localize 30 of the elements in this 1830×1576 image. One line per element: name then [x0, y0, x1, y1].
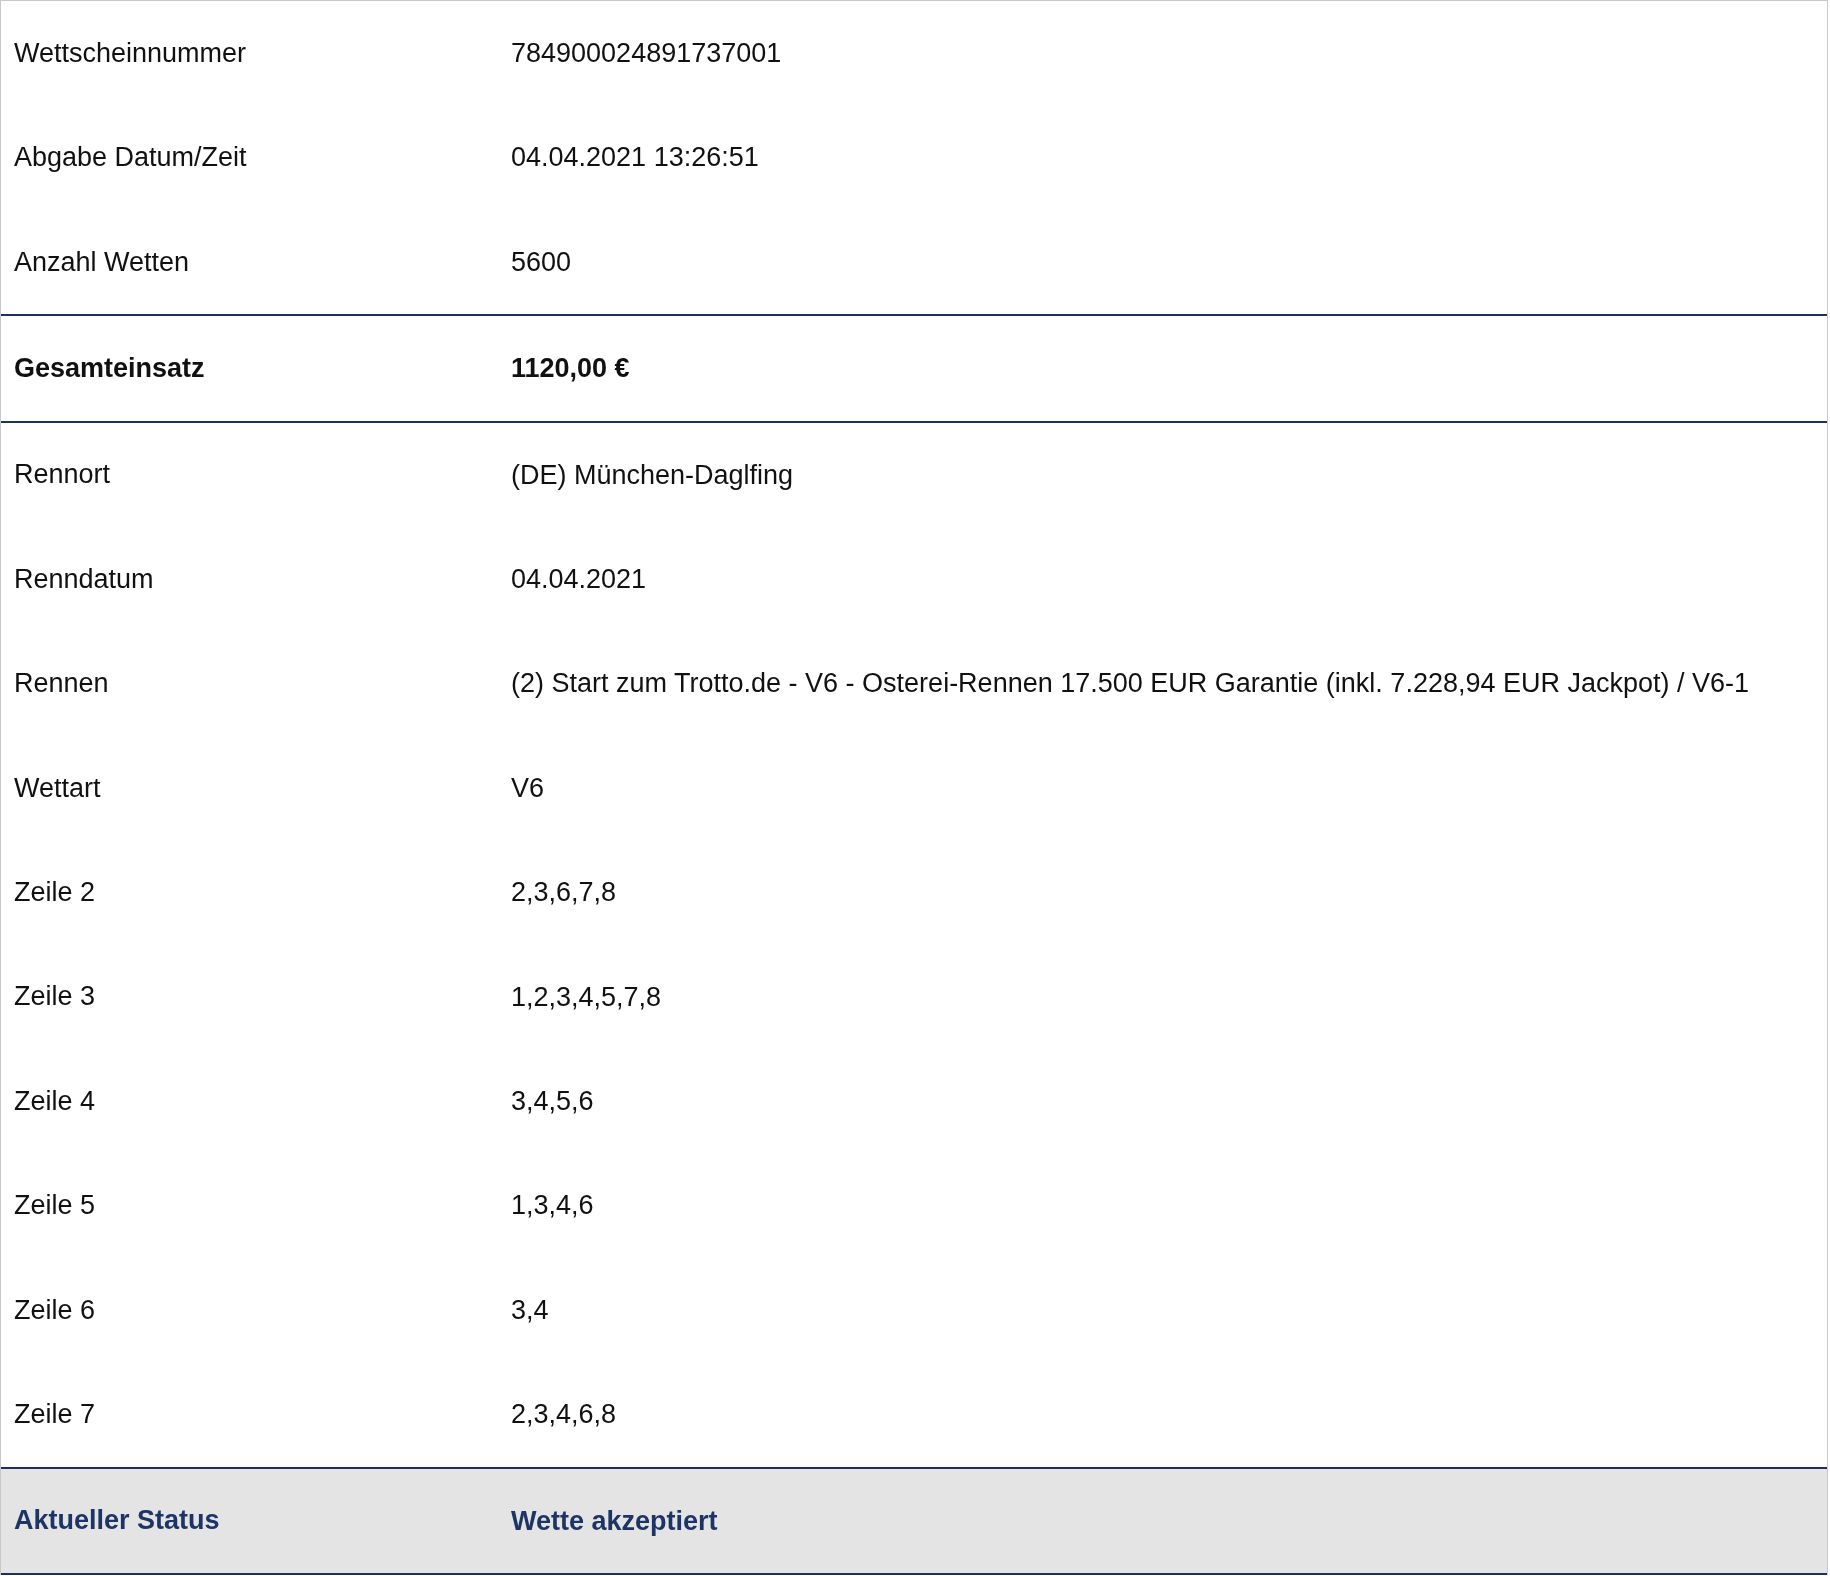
- field-label: Zeile 3: [13, 981, 97, 1013]
- field-label: Renndatum: [13, 563, 155, 595]
- field-label: Wettscheinnummer: [13, 37, 248, 69]
- field-label: Abgabe Datum/Zeit: [13, 142, 248, 174]
- field-label: Zeile 4: [13, 1085, 97, 1117]
- field-label: Zeile 6: [13, 1294, 97, 1326]
- field-value: (DE) München-Daglfing: [511, 458, 795, 491]
- field-value: 5600: [511, 245, 573, 279]
- field-value: Wette akzeptiert: [511, 1504, 719, 1538]
- field-label: Wettart: [13, 772, 102, 804]
- field-value: 2,3,6,7,8: [511, 876, 618, 909]
- field-label: Rennort: [13, 459, 112, 491]
- field-value: 1,2,3,4,5,7,8: [511, 980, 663, 1014]
- field-label: Zeile 5: [13, 1190, 97, 1222]
- field-label: Rennen: [13, 668, 110, 700]
- field-value: (2) Start zum Trotto.de - V6 - Osterei-Rennen 17.500 EUR Garantie (inkl. 7.228,94 EUR Jackpot) / V6-1: [511, 667, 1751, 700]
- field-label: Anzahl Wetten: [13, 246, 191, 278]
- field-value: 3,4: [511, 1293, 550, 1327]
- field-value: 2,3,4,6,8: [511, 1398, 618, 1431]
- field-label: Gesamteinsatz: [13, 352, 206, 384]
- field-value: 784900024891737001: [511, 37, 783, 70]
- field-value: 1120,00 €: [511, 352, 631, 385]
- field-label: Zeile 7: [13, 1399, 97, 1430]
- field-value: 04.04.2021 13:26:51: [511, 141, 760, 174]
- field-value: 1,3,4,6: [511, 1189, 595, 1222]
- field-value: 04.04.2021: [511, 563, 648, 596]
- field-label: Aktueller Status: [13, 1505, 221, 1537]
- field-label: Zeile 2: [13, 876, 97, 908]
- field-value: 3,4,5,6: [511, 1085, 595, 1118]
- field-value: V6: [511, 771, 546, 805]
